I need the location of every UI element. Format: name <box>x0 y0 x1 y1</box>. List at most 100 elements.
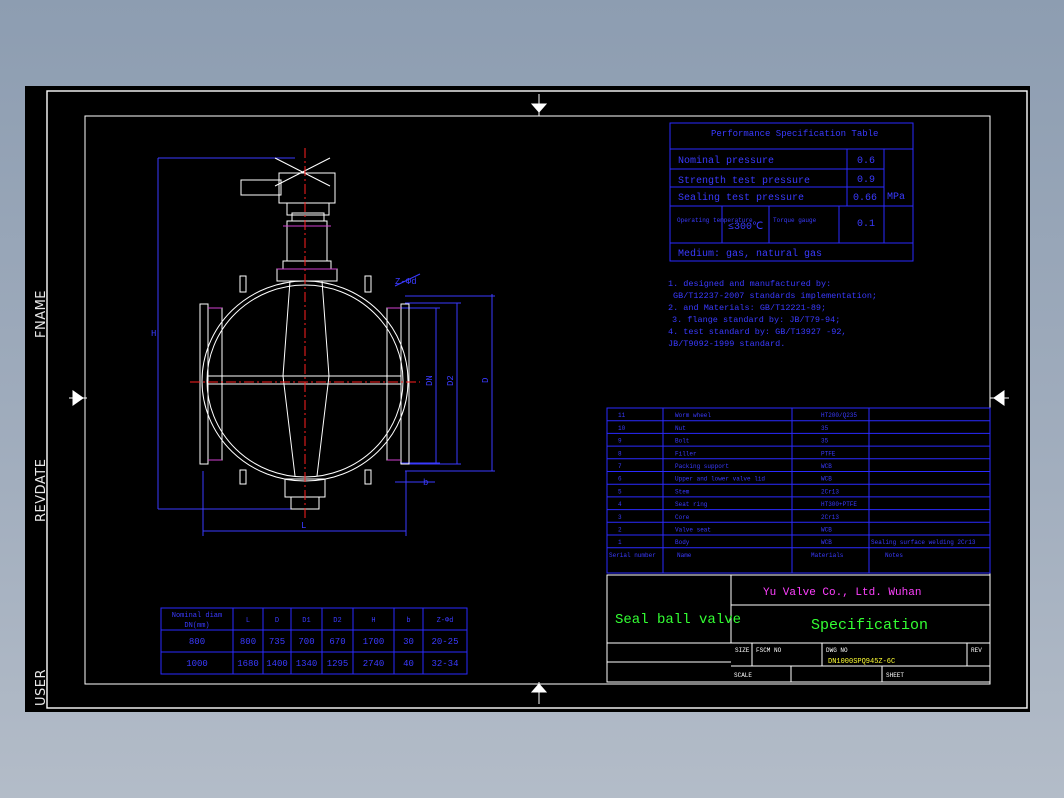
dims-header: H <box>371 617 375 625</box>
bom-material: WCB <box>821 527 832 534</box>
dim-label-d: D <box>481 378 491 383</box>
dims-header: D1 <box>302 617 310 625</box>
drawing-sheet: H Z-Φd b L DN D2 D Performance Specifica… <box>25 86 1030 712</box>
bom-name: Upper and lower valve lid <box>675 476 765 483</box>
dim-label-l: L <box>301 521 306 531</box>
technical-notes: 1. designed and manufactured by: GB/T122… <box>668 279 877 349</box>
bom-no: 3 <box>618 514 622 521</box>
bom-no: 7 <box>618 463 622 470</box>
bom-no: 11 <box>618 412 626 419</box>
bom-no: 8 <box>618 450 622 457</box>
bom-name: Body <box>675 539 690 546</box>
bom-name: Seat ring <box>675 501 708 508</box>
perf-row-label: Sealing test pressure <box>678 192 804 204</box>
bom-name: Valve seat <box>675 527 711 534</box>
dims-cell: 1700 <box>363 637 385 647</box>
bom-name: Nut <box>675 425 686 432</box>
dims-cell: 735 <box>269 637 285 647</box>
dim-label-h: H <box>151 329 156 339</box>
note-line: GB/T12237-2007 standards implementation; <box>673 291 877 301</box>
dwg-label: DWG NO <box>826 647 848 654</box>
bom-table <box>606 407 991 574</box>
product-name: Seal ball valve <box>615 612 741 628</box>
perf-torque-value: 0.1 <box>857 219 875 230</box>
dims-cell: 30 <box>403 637 414 647</box>
dims-cell: 2740 <box>363 659 385 669</box>
bom-no: 1 <box>618 539 622 546</box>
perf-row-label: Nominal pressure <box>678 155 774 167</box>
perf-row-value: 0.9 <box>857 175 875 186</box>
bom-header-no: Serial number <box>609 552 656 559</box>
bom-header-material: Materials <box>811 552 844 559</box>
bom-material: 35 <box>821 438 829 445</box>
bom-material: PTFE <box>821 450 836 457</box>
dwg-number: DN1000SPQ945Z-6C <box>828 658 895 666</box>
dims-header: b <box>406 617 410 625</box>
dims-cell: 670 <box>329 637 345 647</box>
center-arrow-top <box>530 94 548 116</box>
sheet-label: SHEET <box>886 672 904 679</box>
note-line: 2. and Materials: GB/T12221-89; <box>668 303 826 313</box>
perf-medium: Medium: gas, natural gas <box>678 248 822 260</box>
bom-material: HT200/Q235 <box>821 412 857 419</box>
note-line: 3. flange standard by: JB/T79-94; <box>672 315 840 325</box>
bom-name: Core <box>675 514 690 521</box>
bom-no: 4 <box>618 501 622 508</box>
bom-name: Filler <box>675 450 697 457</box>
perf-operating-value: ≤300℃ <box>728 222 763 233</box>
bom-material: 2Cr13 <box>821 514 839 521</box>
dim-label-nd: Z-Φd <box>395 277 417 287</box>
bom-material: 2Cr13 <box>821 488 839 495</box>
bom-material: HT300+PTFE <box>821 501 857 508</box>
dims-cell: 1000 <box>186 659 208 669</box>
dims-header: D2 <box>333 617 341 625</box>
dims-cell: 1400 <box>266 659 288 669</box>
note-line: JB/T9092-1999 standard. <box>668 339 785 349</box>
dims-cell: 20-25 <box>431 637 458 647</box>
perf-row-value: 0.6 <box>857 156 875 167</box>
perf-row-value: 0.66 <box>853 193 877 204</box>
dim-label-dn: DN <box>425 375 435 386</box>
bom-no: 9 <box>618 438 622 445</box>
perf-unit: MPa <box>887 192 905 203</box>
bom-no: 6 <box>618 476 622 483</box>
dim-label-b: b <box>423 478 428 488</box>
bom-no: 10 <box>618 425 626 432</box>
size-label: SIZE <box>735 647 750 654</box>
side-label-user: USER <box>34 668 49 706</box>
dims-cell: 700 <box>298 637 314 647</box>
perf-torque-label: Torque gauge <box>773 217 817 224</box>
bom-material: 35 <box>821 425 829 432</box>
center-arrow-right <box>990 390 1009 406</box>
bom-name: Packing support <box>675 463 729 470</box>
perf-table-title: Performance Specification Table <box>711 129 878 139</box>
dims-cell: 1340 <box>296 659 318 669</box>
dims-cell: 1680 <box>237 659 259 669</box>
valve-drawing <box>157 148 495 536</box>
bom-header-note: Notes <box>885 552 903 559</box>
fscm-label: FSCM NO <box>756 647 782 654</box>
bom-material: WCB <box>821 463 832 470</box>
dim-label-d2: D2 <box>446 375 456 386</box>
perf-spec-table <box>669 122 914 262</box>
center-arrow-bottom <box>530 682 548 704</box>
company-name: Yu Valve Co., Ltd. Wuhan <box>763 587 921 599</box>
bom-note: Sealing surface welding 2Cr13 <box>871 539 976 546</box>
center-arrow-left <box>69 390 87 406</box>
bom-material: WCB <box>821 539 832 546</box>
dims-header: DN(mm) <box>184 622 209 630</box>
dims-cell: 1295 <box>327 659 349 669</box>
dims-header: Z-Φd <box>437 617 454 625</box>
bom-no: 5 <box>618 488 622 495</box>
dims-header: D <box>275 617 279 625</box>
dims-cell: 32-34 <box>431 659 458 669</box>
dims-cell: 800 <box>189 637 205 647</box>
rev-label: REV <box>971 647 982 654</box>
doc-title: Specification <box>811 617 928 634</box>
dims-header: L <box>246 617 250 625</box>
bom-name: Stem <box>675 488 690 495</box>
dims-cell: 800 <box>240 637 256 647</box>
scale-label: SCALE <box>734 672 752 679</box>
bom-name: Bolt <box>675 438 689 445</box>
perf-row-label: Strength test pressure <box>678 175 810 187</box>
